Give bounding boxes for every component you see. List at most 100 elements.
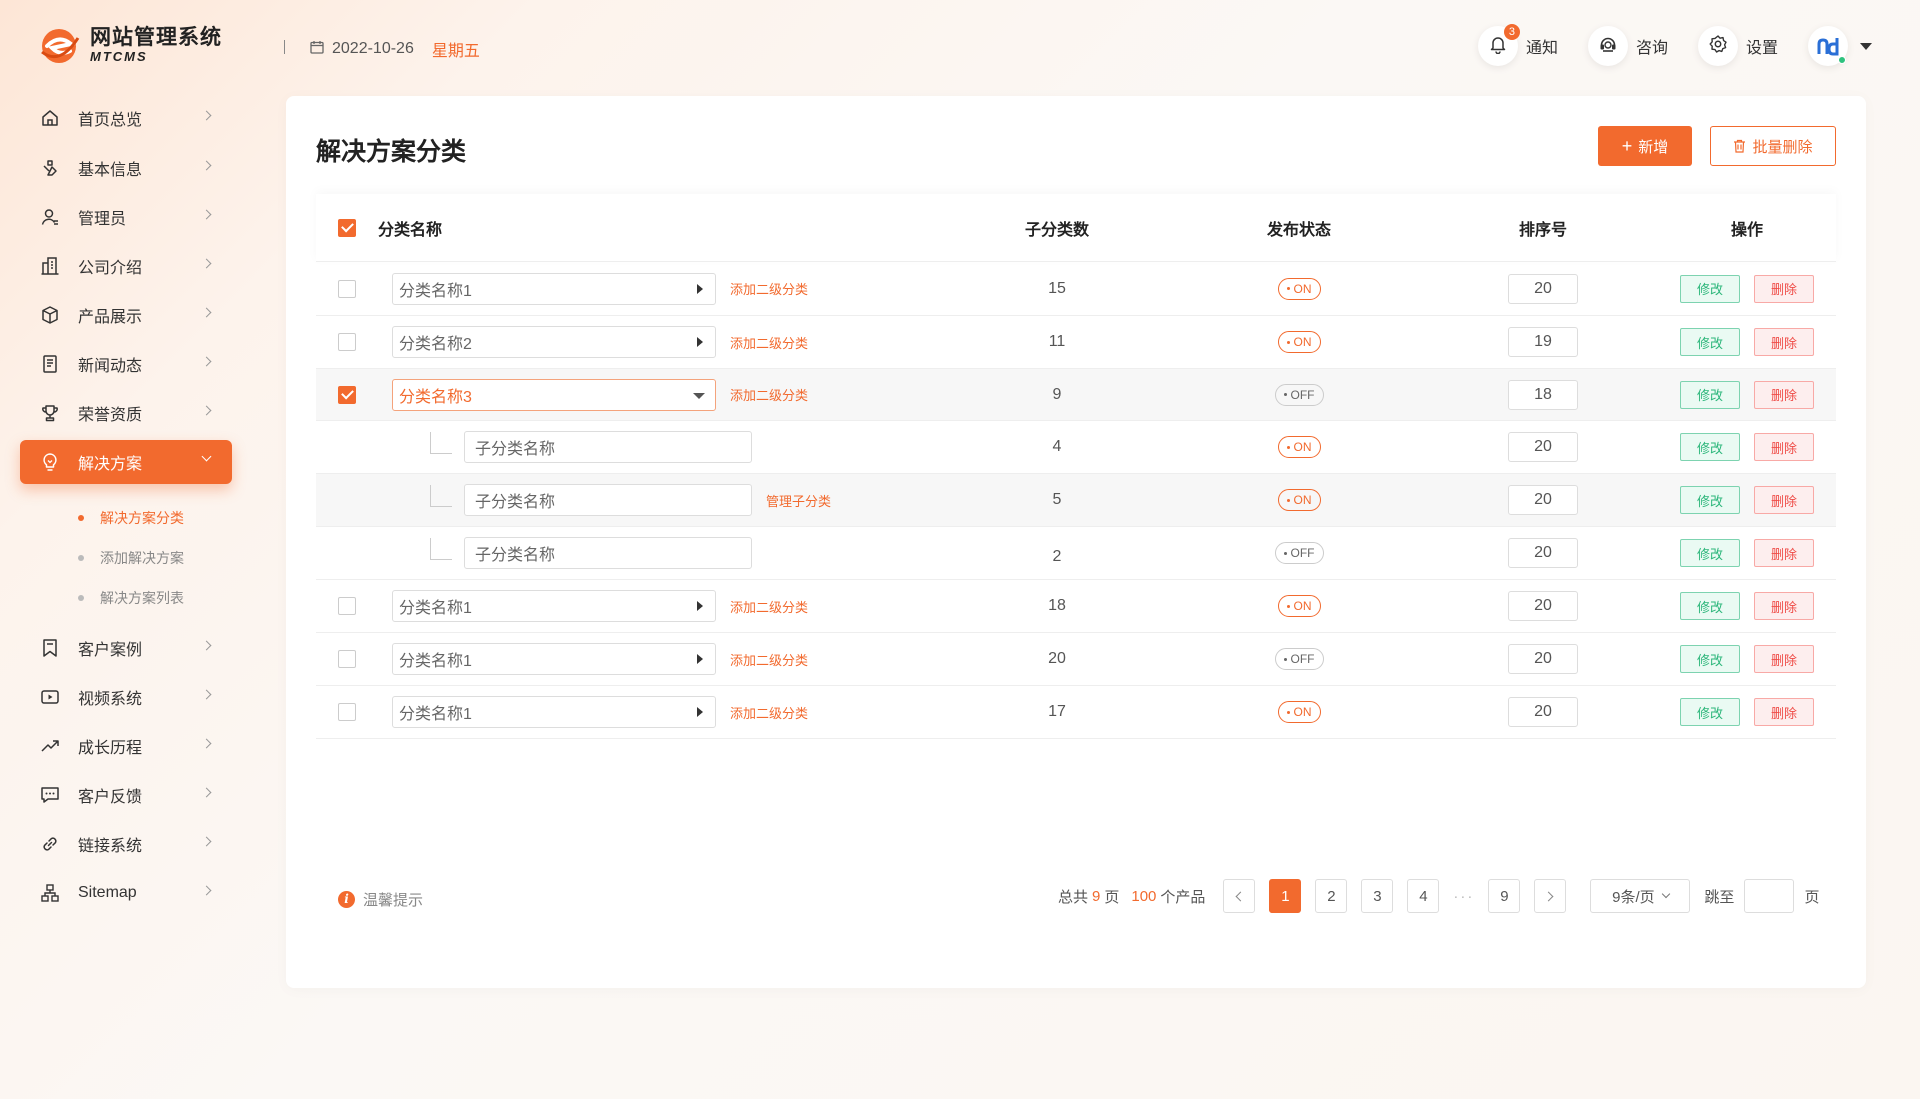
sidebar-item-solutions[interactable]: 解决方案 [20,440,232,484]
category-name-field[interactable]: 分类名称1 [392,696,716,728]
sort-order-input[interactable]: 20 [1508,485,1578,515]
delete-button[interactable]: 删除 [1754,698,1814,726]
sidebar-item-growth[interactable]: 成长历程 [20,724,232,768]
jump-page-input[interactable] [1744,879,1795,913]
row-checkbox[interactable] [338,385,356,404]
sort-order-input[interactable]: 20 [1508,432,1578,462]
user-menu[interactable] [1808,26,1872,66]
edit-button[interactable]: 修改 [1680,380,1740,409]
add-button[interactable]: + 新增 [1598,126,1692,166]
sort-order-input[interactable]: 20 [1508,538,1578,568]
edit-button[interactable]: 修改 [1680,486,1740,514]
table-row: 分类名称2 添加二级分类 11 ON 19 修改 删除 [316,316,1836,369]
delete-button[interactable]: 删除 [1754,645,1814,673]
delete-button[interactable]: 删除 [1754,380,1814,409]
sidebar-item-feedback[interactable]: 客户反馈 [20,773,232,817]
delete-button[interactable]: 删除 [1754,486,1814,514]
delete-button[interactable]: 删除 [1754,328,1814,356]
edit-button[interactable]: 修改 [1680,698,1740,726]
edit-button[interactable]: 修改 [1680,433,1740,461]
publish-status-toggle[interactable]: ON [1277,436,1321,458]
edit-button[interactable]: 修改 [1680,592,1740,620]
row-checkbox[interactable] [338,333,356,351]
child-category-name-field[interactable]: 子分类名称 [464,537,752,569]
publish-status-toggle[interactable]: ON [1277,277,1321,300]
next-page-button[interactable] [1534,879,1567,913]
category-name-field[interactable]: 分类名称2 [392,326,716,358]
sidebar-item-admin[interactable]: 管理员 [20,195,232,239]
sidebar-item-home[interactable]: 首页总览 [20,96,232,140]
chevron-right-icon [201,787,212,798]
edit-button[interactable]: 修改 [1680,274,1740,303]
child-category-name-field[interactable]: 子分类名称 [464,431,752,463]
sidebar-item-products[interactable]: 产品展示 [20,293,232,337]
add-subcategory-link[interactable]: 添加二级分类 [730,333,808,352]
tip[interactable]: i 温馨提示 [338,889,423,910]
category-name-field[interactable]: 分类名称1 [392,272,716,305]
sidebar-item-label: 成长历程 [78,740,143,757]
select-all-checkbox[interactable] [338,218,356,237]
add-subcategory-link[interactable]: 添加二级分类 [730,385,808,404]
sidebar-item-basic-info[interactable]: 基本信息 [20,146,232,190]
add-subcategory-link[interactable]: 添加二级分类 [730,650,808,669]
consult-button[interactable]: 咨询 [1587,26,1668,66]
sidebar-item-company[interactable]: 公司介绍 [20,244,232,288]
page-1-button[interactable]: 1 [1269,879,1302,913]
page-2-button[interactable]: 2 [1315,879,1348,913]
add-subcategory-link[interactable]: 添加二级分类 [730,597,808,616]
delete-button[interactable]: 删除 [1754,433,1814,461]
category-name-field[interactable]: 分类名称1 [392,643,716,675]
edit-button[interactable]: 修改 [1680,645,1740,673]
row-checkbox[interactable] [338,703,356,721]
publish-status-toggle[interactable]: ON [1277,701,1321,723]
subnav-solution-list[interactable]: 解决方案列表 [20,578,232,618]
publish-status-toggle[interactable]: OFF [1274,648,1324,670]
last-page-button[interactable]: 9 [1488,879,1521,913]
notify-button[interactable]: 3 通知 [1477,24,1558,66]
delete-button[interactable]: 删除 [1754,539,1814,567]
subnav-add-solution[interactable]: 添加解决方案 [20,538,232,578]
sidebar-item-cases[interactable]: 客户案例 [20,626,232,670]
sort-order-input[interactable]: 19 [1508,327,1578,357]
bulk-delete-button[interactable]: 批量删除 [1710,126,1836,166]
publish-status-toggle[interactable]: ON [1277,331,1321,353]
publish-status-toggle[interactable]: ON [1277,489,1321,511]
category-name: 子分类名称 [475,494,556,511]
settings-button[interactable]: 设置 [1697,26,1778,66]
child-category-name-field[interactable]: 子分类名称 [464,484,752,516]
table-row: 子分类名称 管理子分类 5 ON 20 修改 删除 [316,474,1836,527]
prev-page-button[interactable] [1223,879,1256,913]
sort-order-input[interactable]: 20 [1508,697,1578,727]
manage-subcategory-link[interactable]: 管理子分类 [766,491,831,510]
sidebar-item-news[interactable]: 新闻动态 [20,342,232,386]
delete-button[interactable]: 删除 [1754,274,1814,303]
sidebar-item-links[interactable]: 链接系统 [20,822,232,866]
add-subcategory-link[interactable]: 添加二级分类 [730,703,808,722]
page-4-button[interactable]: 4 [1407,879,1440,913]
table-body: 分类名称1 添加二级分类 15 ON 20 修改 删除 分类名称2 添加二级分类 11 ON 19 修改… [316,262,1836,739]
category-name-field[interactable]: 分类名称3 [392,378,716,411]
sidebar-item-video[interactable]: 视频系统 [20,675,232,719]
subnav-solution-categories[interactable]: 解决方案分类 [20,498,232,538]
sort-order-input[interactable]: 20 [1508,591,1578,621]
edit-button[interactable]: 修改 [1680,328,1740,356]
sidebar-item-label: 产品展示 [78,309,143,326]
row-checkbox[interactable] [338,279,356,298]
edit-button[interactable]: 修改 [1680,539,1740,567]
page-3-button[interactable]: 3 [1361,879,1394,913]
sort-order-input[interactable]: 20 [1508,273,1578,304]
brand-logo[interactable]: 网站管理系统 MTCMS [38,24,222,66]
publish-status-toggle[interactable]: OFF [1274,383,1324,406]
add-subcategory-link[interactable]: 添加二级分类 [730,279,808,298]
sidebar-item-honors[interactable]: 荣誉资质 [20,391,232,435]
page-size-select[interactable]: 9条/页 [1590,879,1691,913]
sort-order-input[interactable]: 20 [1508,644,1578,674]
row-checkbox[interactable] [338,597,356,615]
delete-button[interactable]: 删除 [1754,592,1814,620]
publish-status-toggle[interactable]: ON [1277,595,1321,617]
row-checkbox[interactable] [338,650,356,668]
category-name-field[interactable]: 分类名称1 [392,590,716,622]
sort-order-input[interactable]: 18 [1508,379,1578,410]
publish-status-toggle[interactable]: OFF [1274,542,1324,564]
sidebar-item-sitemap[interactable]: Sitemap [20,871,232,915]
